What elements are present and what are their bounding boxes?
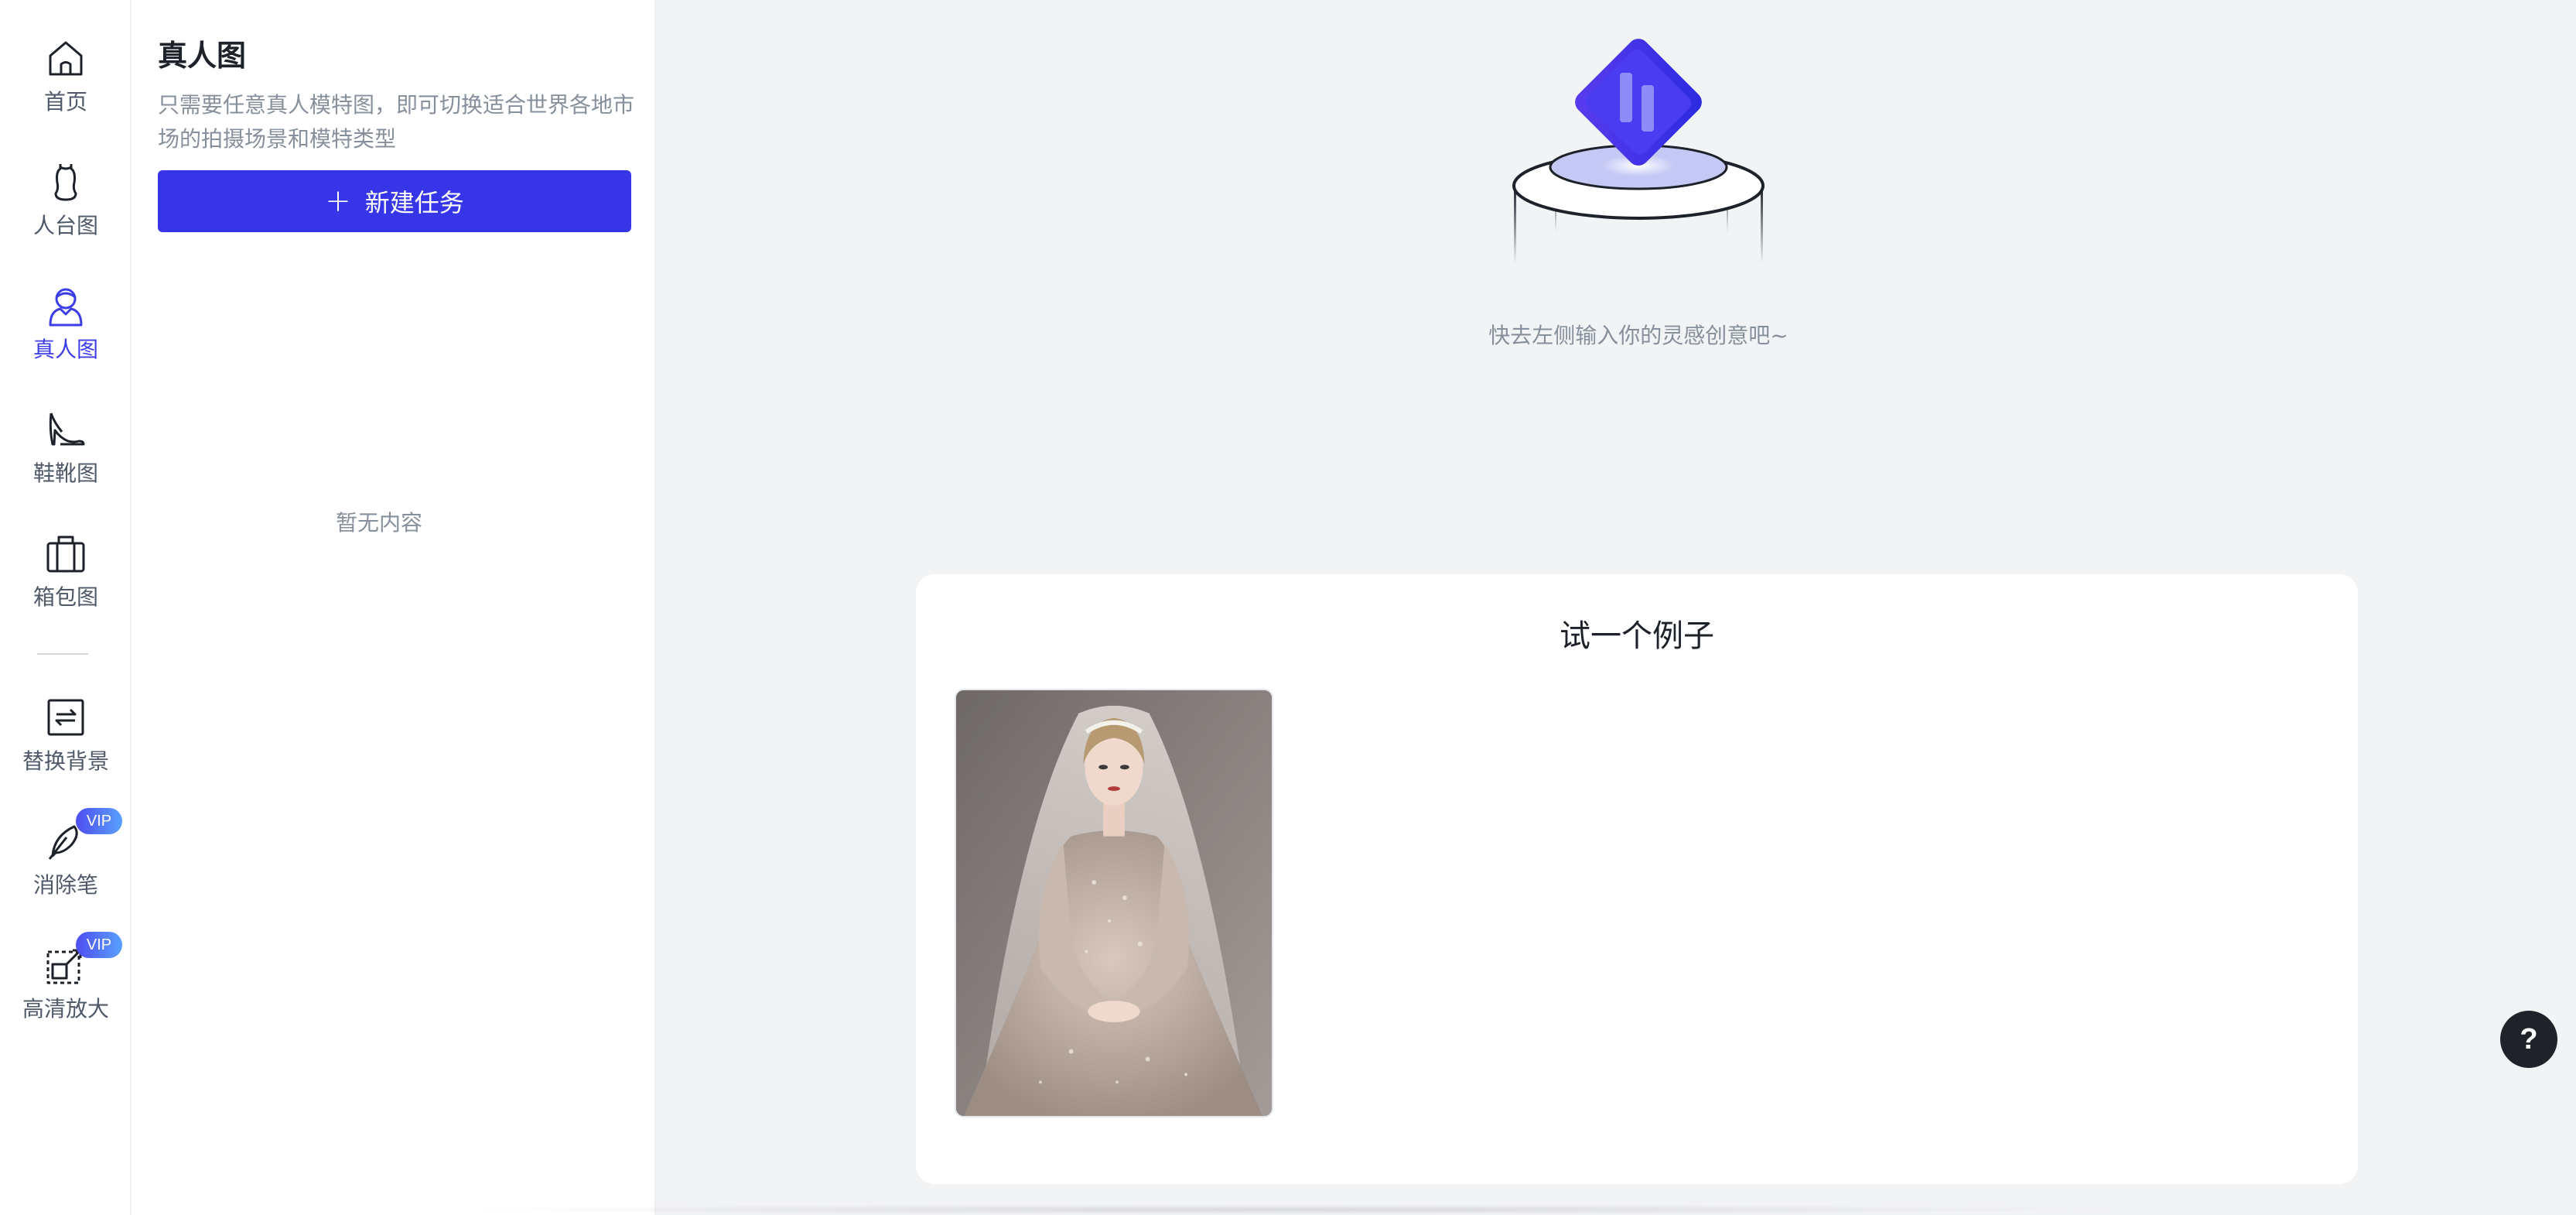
example-title: 试一个例子 — [1560, 618, 1714, 654]
nav-label: 首页 — [43, 89, 87, 115]
nav-item-upscale[interactable]: VIP 高清放大 — [0, 932, 132, 1043]
empty-state-hint: 快去左侧输入你的灵感创意吧~ — [1488, 323, 1789, 348]
nav-item-replace-background[interactable]: 替换背景 — [0, 695, 132, 796]
nav-label: 消除笔 — [32, 872, 98, 898]
high-heel-icon — [43, 407, 88, 452]
nav-label: 鞋靴图 — [32, 460, 98, 486]
nav-item-eraser[interactable]: VIP 消除笔 — [0, 808, 132, 919]
new-task-label: 新建任务 — [364, 188, 464, 217]
vip-badge: VIP — [76, 932, 122, 958]
nav-item-person[interactable]: 真人图 — [0, 283, 132, 384]
nav-label: 人台图 — [32, 213, 98, 238]
nav-item-home[interactable]: 首页 — [0, 36, 132, 136]
home-icon — [43, 36, 88, 80]
empty-state-illustration — [1508, 31, 1768, 271]
plus-icon: + — [325, 183, 351, 219]
task-panel: 真人图 只需要任意真人模特图，即可切换适合世界各地市场的拍摄场景和模特类型 + … — [132, 0, 656, 1215]
bottom-shadow — [433, 1204, 2135, 1215]
nav-divider — [37, 653, 88, 655]
example-card: 试一个例子 — [916, 574, 2358, 1184]
panel-title: 真人图 — [158, 39, 247, 73]
help-button[interactable]: ? — [2500, 1011, 2557, 1068]
example-image[interactable] — [955, 689, 1273, 1117]
empty-state-text: 暂无内容 — [335, 510, 422, 536]
nav-label: 箱包图 — [32, 584, 98, 610]
mannequin-icon — [43, 159, 88, 204]
swap-background-icon — [43, 695, 88, 740]
left-navigation: 首页 人台图 真人图 鞋靴图 箱包图 替换背景 VIP 消除笔 VIP 高清放大 — [0, 0, 132, 1215]
nav-item-shoes[interactable]: 鞋靴图 — [0, 407, 132, 508]
nav-item-mannequin[interactable]: 人台图 — [0, 159, 132, 260]
suitcase-icon — [43, 531, 88, 576]
panel-description: 只需要任意真人模特图，即可切换适合世界各地市场的拍摄场景和模特类型 — [158, 92, 635, 152]
vip-badge: VIP — [76, 808, 122, 834]
person-icon — [43, 283, 88, 328]
nav-item-bags[interactable]: 箱包图 — [0, 531, 132, 631]
nav-label: 替换背景 — [22, 748, 109, 774]
nav-label: 真人图 — [32, 337, 98, 362]
new-task-button[interactable]: + 新建任务 — [158, 170, 631, 232]
nav-label: 高清放大 — [22, 996, 109, 1022]
